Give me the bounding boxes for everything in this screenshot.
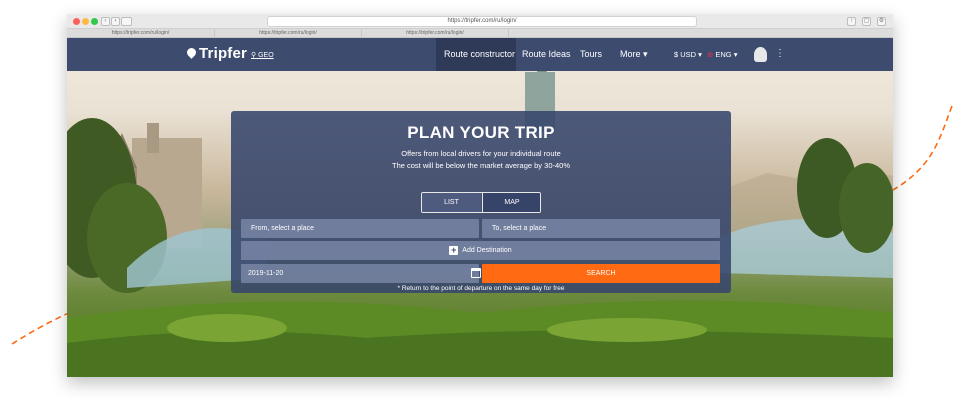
search-button[interactable]: SEARCH <box>482 264 720 283</box>
from-place-input[interactable]: From, select a place <box>241 219 479 238</box>
nav-route-ideas[interactable]: Route Ideas <box>522 49 571 59</box>
plan-trip-panel: PLAN YOUR TRIP Offers from local drivers… <box>231 111 731 293</box>
plus-icon: + <box>449 245 459 255</box>
language-label: ENG ▾ <box>715 50 738 59</box>
nav-tours[interactable]: Tours <box>580 49 602 59</box>
back-icon[interactable]: ‹ <box>101 17 110 26</box>
to-place-input[interactable]: To, select a place <box>482 219 720 238</box>
minimize-window-icon[interactable] <box>82 18 89 25</box>
date-value: 2019-11-20 <box>248 270 284 277</box>
forward-icon[interactable]: › <box>111 17 120 26</box>
panel-subtitle-1: Offers from local drivers for your indiv… <box>401 149 561 158</box>
panel-title: PLAN YOUR TRIP <box>407 123 555 142</box>
add-destination-button[interactable]: + Add Destination <box>241 241 720 260</box>
top-navbar: Tripfer ⚲ GEO Route constructor Route Id… <box>67 38 893 71</box>
pin-icon: ⚲ <box>251 52 257 59</box>
language-selector[interactable]: ⊕ ENG ▾ <box>707 50 738 59</box>
browser-tab[interactable]: https://tripfer.com/ru/login/ <box>67 29 215 38</box>
tabs-icon[interactable]: ▢ <box>862 17 871 26</box>
geo-label: GEO <box>258 52 274 59</box>
return-note: * Return to the point of departure on th… <box>397 285 565 292</box>
view-toggle: LIST MAP <box>421 192 541 213</box>
calendar-icon[interactable] <box>471 268 481 278</box>
sidebar-icon[interactable] <box>121 17 132 26</box>
panel-subtitle-2: The cost will be below the market averag… <box>391 161 570 170</box>
nav-more-dropdown[interactable]: More ▾ <box>620 49 648 60</box>
close-window-icon[interactable] <box>73 18 80 25</box>
more-options-icon[interactable]: ⋮ <box>775 48 785 59</box>
website: Tripfer ⚲ GEO Route constructor Route Id… <box>67 38 893 377</box>
user-avatar-icon[interactable] <box>754 47 767 62</box>
nav-route-constructor[interactable]: Route constructor <box>444 49 515 59</box>
share-icon[interactable]: ↑ <box>847 17 856 26</box>
url-bar[interactable]: https://tripfer.com/ru/login/ <box>267 16 697 27</box>
date-input[interactable]: 2019-11-20 <box>241 264 481 283</box>
browser-titlebar: ‹ › https://tripfer.com/ru/login/ ↑ ▢ ⚙ <box>67 14 893 29</box>
logo-text: Tripfer <box>199 45 248 62</box>
tab-strip: https://tripfer.com/ru/login/ https://tr… <box>67 29 893 38</box>
location-pin-icon <box>185 46 198 59</box>
browser-window: ‹ › https://tripfer.com/ru/login/ ↑ ▢ ⚙ … <box>67 14 893 377</box>
geo-selector[interactable]: ⚲ GEO <box>251 51 274 59</box>
maximize-window-icon[interactable] <box>91 18 98 25</box>
tripfer-logo[interactable]: Tripfer <box>185 45 248 62</box>
browser-tab[interactable]: https://tripfer.com/ru/login/ <box>362 29 509 38</box>
list-view-button[interactable]: LIST <box>422 193 481 212</box>
flag-icon: ⊕ <box>707 50 714 59</box>
browser-tab[interactable]: https://tripfer.com/ru/login/ <box>215 29 362 38</box>
settings-icon[interactable]: ⚙ <box>877 17 886 26</box>
map-view-button[interactable]: MAP <box>482 193 540 212</box>
add-destination-label: Add Destination <box>462 247 512 254</box>
currency-selector[interactable]: $ USD ▾ <box>674 50 702 59</box>
